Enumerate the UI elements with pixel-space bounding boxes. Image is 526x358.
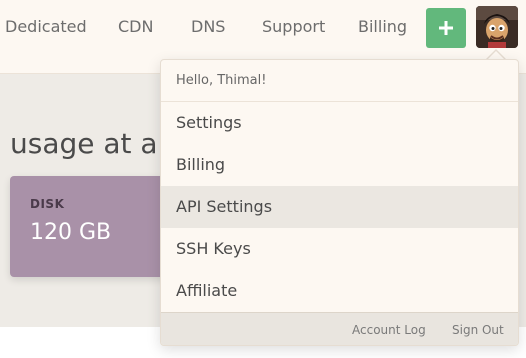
- dropdown-footer: Account Log Sign Out: [161, 312, 518, 345]
- menu-item-affiliate[interactable]: Affiliate: [161, 270, 518, 312]
- user-menu-dropdown: Hello, Thimal! Settings Billing API Sett…: [160, 59, 519, 346]
- disk-usage-card[interactable]: DISK 120 GB: [10, 176, 170, 277]
- menu-item-billing[interactable]: Billing: [161, 144, 518, 186]
- disk-value: 120 GB: [30, 220, 112, 245]
- disk-label: DISK: [30, 197, 65, 211]
- avatar-image: [476, 6, 518, 48]
- nav-link-dedicated[interactable]: Dedicated: [5, 16, 87, 38]
- account-log-link[interactable]: Account Log: [352, 313, 426, 345]
- sign-out-link[interactable]: Sign Out: [452, 313, 504, 345]
- add-button[interactable]: [426, 8, 466, 48]
- user-greeting: Hello, Thimal!: [161, 60, 518, 102]
- menu-item-ssh-keys[interactable]: SSH Keys: [161, 228, 518, 270]
- nav-link-cdn[interactable]: CDN: [118, 16, 153, 38]
- avatar[interactable]: [476, 6, 518, 48]
- usage-title: usage at a glance: [10, 127, 165, 160]
- nav-link-dns[interactable]: DNS: [191, 16, 225, 38]
- nav-link-support[interactable]: Support: [262, 16, 325, 38]
- menu-item-api-settings[interactable]: API Settings: [161, 186, 518, 228]
- plus-icon: [439, 21, 453, 35]
- nav-link-billing[interactable]: Billing: [358, 16, 407, 38]
- menu-item-settings[interactable]: Settings: [161, 102, 518, 144]
